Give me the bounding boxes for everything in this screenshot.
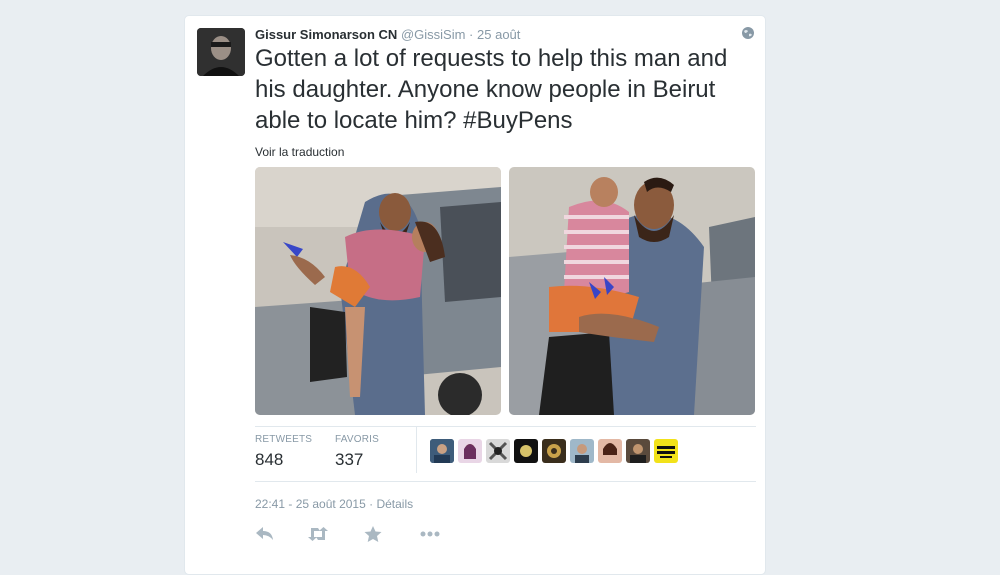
favorites-count: 337: [335, 450, 364, 469]
avatar[interactable]: [654, 439, 678, 463]
tweet-time[interactable]: 25 août: [477, 27, 520, 42]
avatar[interactable]: [626, 439, 650, 463]
tweet-text: Gotten a lot of requests to help this ma…: [255, 43, 755, 136]
tweet-datetime[interactable]: 22:41 - 25 août 2015: [255, 497, 366, 511]
author-name[interactable]: Gissur Simonarson CN: [255, 27, 397, 42]
hashtag-link[interactable]: #BuyPens: [463, 107, 572, 134]
avatar[interactable]: [486, 439, 510, 463]
stats-bottom-divider: [255, 481, 756, 482]
avatar[interactable]: [598, 439, 622, 463]
avatar[interactable]: [197, 28, 245, 76]
tweet-timestamp: 22:41 - 25 août 2015 · Détails: [255, 497, 413, 511]
retweets-count: 848: [255, 450, 284, 469]
retweets-label: RETWEETS: [255, 434, 313, 445]
favorites-label: FAVORIS: [335, 434, 380, 445]
star-icon[interactable]: [363, 525, 383, 543]
translate-link[interactable]: Voir la traduction: [255, 145, 344, 159]
author-handle[interactable]: @GissiSim: [401, 27, 465, 42]
details-separator: ·: [369, 497, 374, 511]
tweet-card: Gissur Simonarson CN @GissiSim · 25 août…: [184, 15, 766, 575]
avatar-image: [197, 28, 245, 76]
avatar[interactable]: [542, 439, 566, 463]
avatar[interactable]: [514, 439, 538, 463]
retweets-stat[interactable]: RETWEETS 848: [255, 434, 312, 470]
retweet-icon[interactable]: [307, 525, 328, 543]
tweet-photo-2[interactable]: [509, 167, 755, 415]
tweet-header: Gissur Simonarson CN @GissiSim · 25 août: [255, 27, 520, 42]
favorites-stat[interactable]: FAVORIS 337: [335, 434, 379, 470]
avatar[interactable]: [458, 439, 482, 463]
details-link[interactable]: Détails: [376, 497, 413, 511]
stats-separator: [416, 427, 417, 473]
avatar[interactable]: [570, 439, 594, 463]
tweet-photo-1[interactable]: [255, 167, 501, 415]
avatar[interactable]: [430, 439, 454, 463]
globe-icon[interactable]: [741, 26, 755, 40]
more-icon[interactable]: [419, 525, 440, 543]
reply-icon[interactable]: [255, 525, 275, 543]
stats-top-divider: [255, 426, 756, 427]
header-separator: ·: [469, 27, 474, 42]
